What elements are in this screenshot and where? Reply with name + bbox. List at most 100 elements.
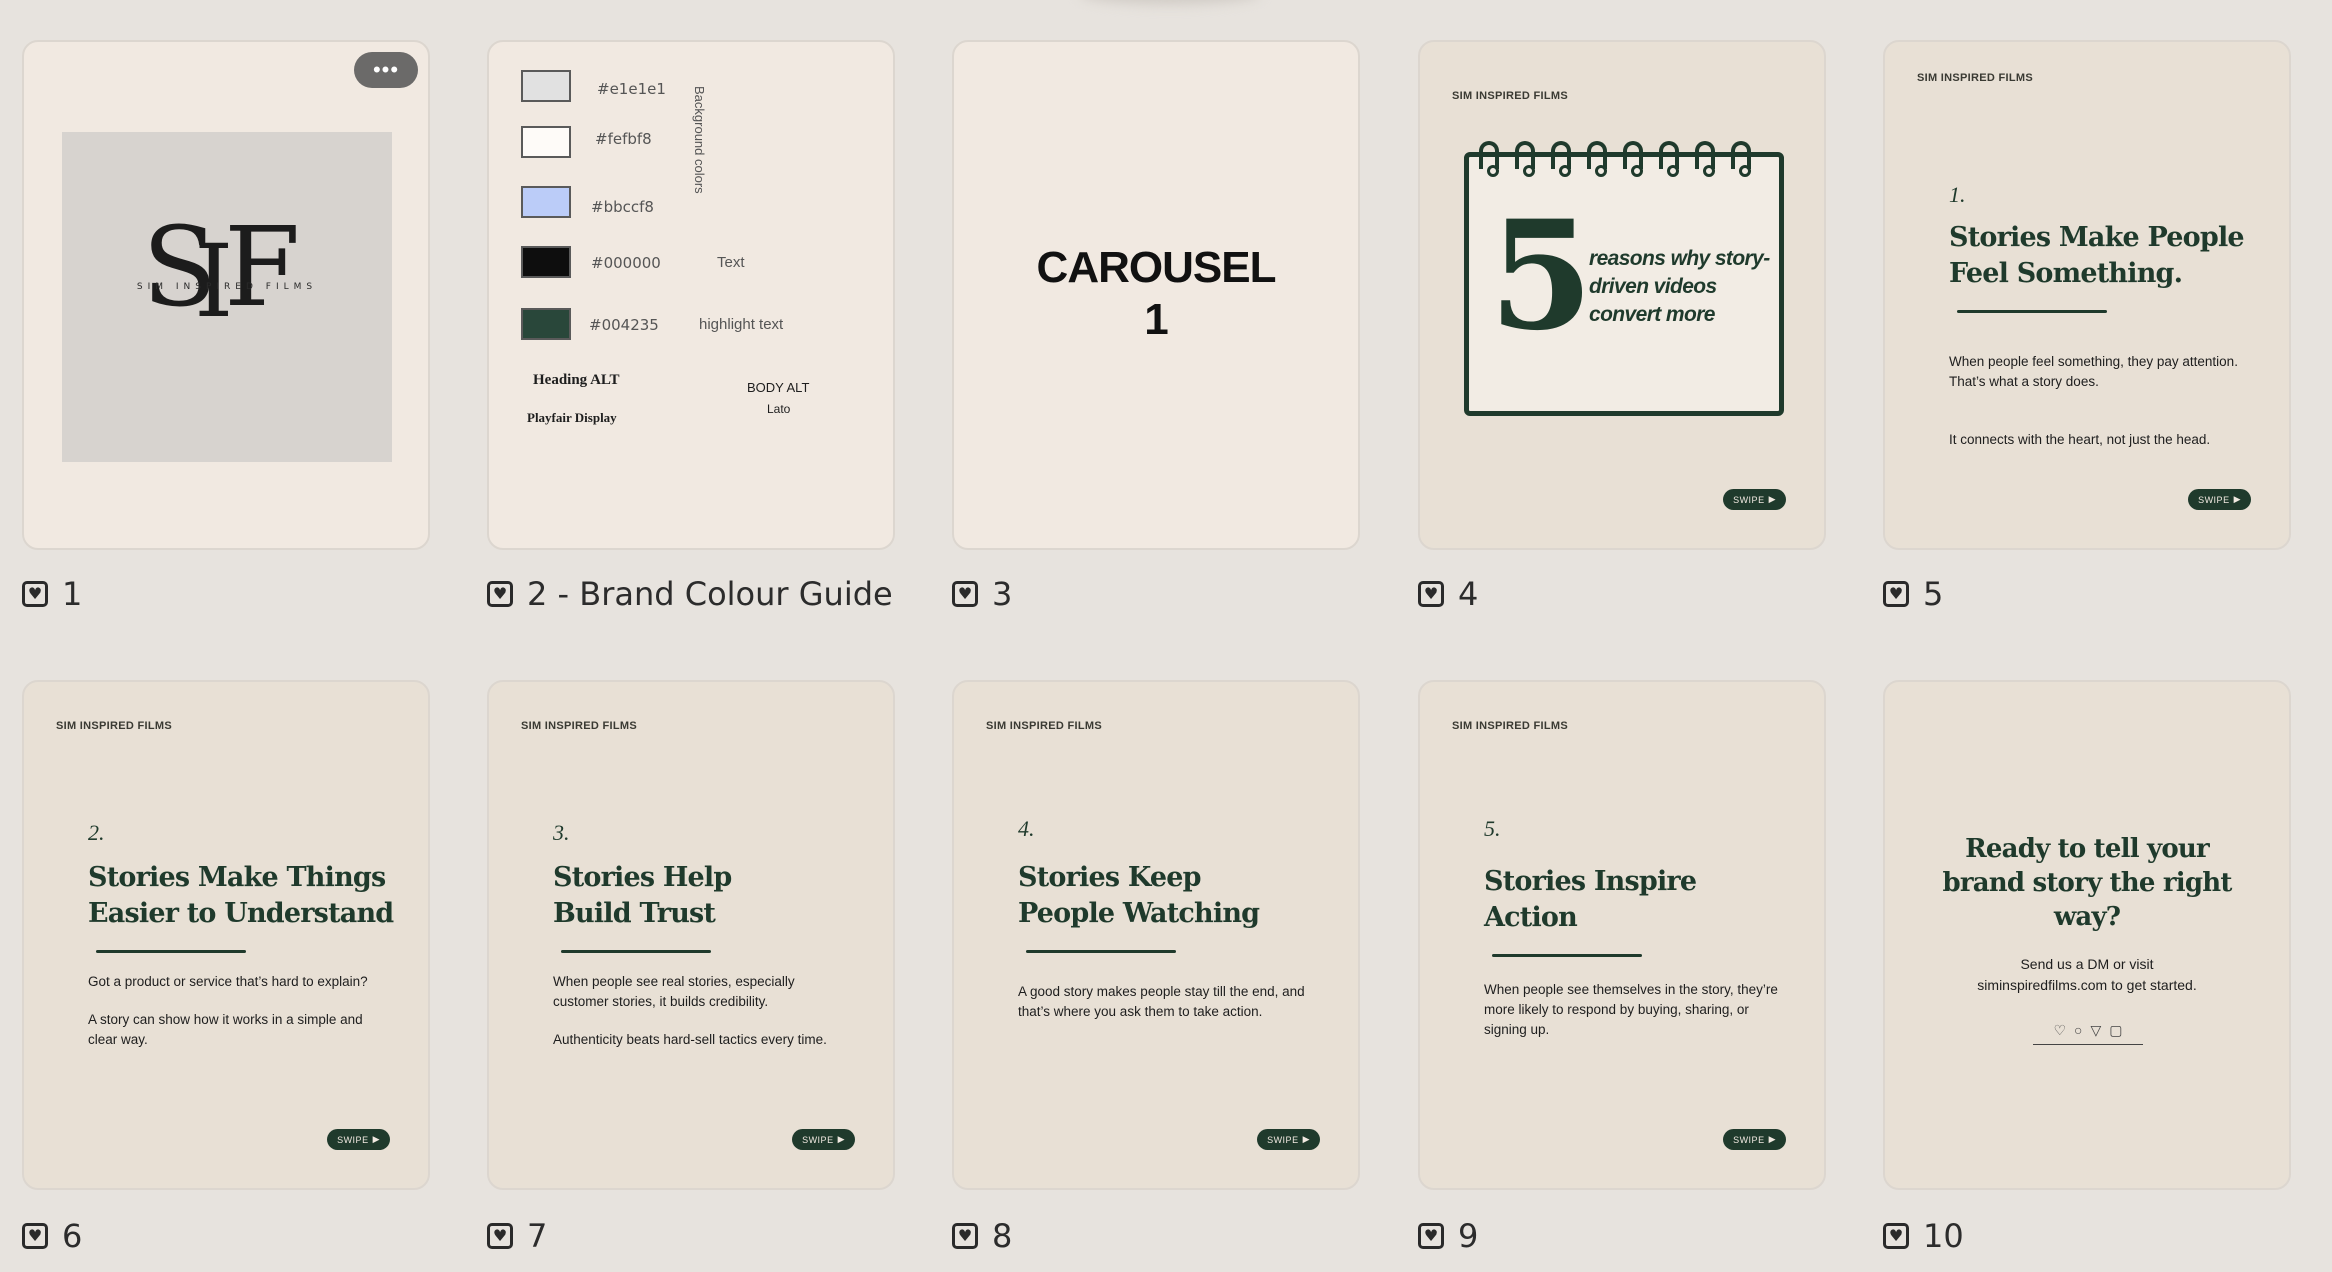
paragraph: When people see real stories, especially… <box>553 974 795 1009</box>
page-thumbnail-8[interactable]: SIM INSPIRED FILMS 4. Stories Keep Peopl… <box>952 680 1360 1190</box>
background-colors-label: Background colors <box>692 86 707 194</box>
caption-text: 6 <box>62 1217 83 1255</box>
swatch-4 <box>521 246 571 278</box>
swipe-button: SWIPE ▶ <box>327 1129 390 1150</box>
page-caption-3[interactable]: ♥ 3 <box>952 574 1012 614</box>
more-icon: ••• <box>372 57 400 82</box>
page-caption-1[interactable]: ♥ 1 <box>22 574 82 614</box>
swipe-button: SWIPE ▶ <box>1723 489 1786 510</box>
slide-title: Stories Make Things Easier to Understand <box>88 862 394 929</box>
swipe-label: SWIPE <box>1267 1134 1299 1145</box>
ring-icon <box>1479 141 1499 177</box>
swipe-button: SWIPE ▶ <box>1257 1129 1320 1150</box>
page-caption-5[interactable]: ♥ 5 <box>1883 574 1943 614</box>
body-font-label: BODY ALT <box>747 380 810 395</box>
swatch-role-4: Text <box>717 254 745 271</box>
arrow-right-icon: ▶ <box>1302 1134 1310 1144</box>
paragraph: Authenticity beats hard-sell tactics eve… <box>553 1032 827 1047</box>
scroll-indicator <box>1080 0 1260 4</box>
page-caption-8[interactable]: ♥ 8 <box>952 1216 1012 1256</box>
caption-text: 10 <box>1923 1217 1964 1255</box>
arrow-right-icon: ▶ <box>372 1134 380 1144</box>
heart-icon: ♥ <box>22 1223 48 1249</box>
swipe-button: SWIPE ▶ <box>792 1129 855 1150</box>
paragraph: A story can show how it works in a simpl… <box>88 1012 363 1047</box>
page-caption-10[interactable]: ♥ 10 <box>1883 1216 1964 1256</box>
ring-icon <box>1659 141 1679 177</box>
slide-body: When people see real stories, especially… <box>553 972 853 1068</box>
slide-number: 3. <box>553 820 570 845</box>
caption-text: 3 <box>992 575 1013 613</box>
arrow-right-icon: ▶ <box>1768 494 1776 504</box>
paragraph: A good story makes people stay till the … <box>1018 984 1305 1019</box>
swatch-role-5: highlight text <box>699 316 784 333</box>
divider <box>561 950 711 953</box>
divider <box>96 950 246 953</box>
page-caption-4[interactable]: ♥ 4 <box>1418 574 1478 614</box>
page-thumbnail-7[interactable]: SIM INSPIRED FILMS 3. Stories Help Build… <box>487 680 895 1190</box>
heart-icon: ♥ <box>1418 1223 1444 1249</box>
page-thumbnail-1[interactable]: ••• S I F SIM INSPIRED FILMS <box>22 40 430 550</box>
carousel-line-2: 1 <box>1144 295 1168 344</box>
comment-icon: ○ <box>2074 1022 2083 1038</box>
divider <box>1957 310 2107 313</box>
page-thumbnail-6[interactable]: SIM INSPIRED FILMS 2. Stories Make Thing… <box>22 680 430 1190</box>
page-thumbnail-3[interactable]: CAROUSEL 1 <box>952 40 1360 550</box>
swatch-5 <box>521 308 571 340</box>
slide-number: 2. <box>88 820 105 845</box>
swipe-button: SWIPE ▶ <box>2188 489 2251 510</box>
slide-title: Stories Help Build Trust <box>553 862 732 929</box>
more-options-button[interactable]: ••• <box>354 52 418 88</box>
heart-icon: ♥ <box>1883 581 1909 607</box>
page-caption-7[interactable]: ♥ 7 <box>487 1216 547 1256</box>
bookmark-icon: ▢ <box>2109 1022 2123 1038</box>
logo-letter-f: F <box>224 203 301 331</box>
heading-font-name: Playfair Display <box>527 410 617 425</box>
swatch-hex-3: #bbccf8 <box>591 198 654 216</box>
cta-title: Ready to tell your brand story the right… <box>1942 834 2232 932</box>
brand-label: SIM INSPIRED FILMS <box>56 720 173 732</box>
brand-label: SIM INSPIRED FILMS <box>1452 90 1569 102</box>
brand-label: SIM INSPIRED FILMS <box>521 720 638 732</box>
slide-body: When people feel something, they pay att… <box>1949 332 2249 488</box>
ring-icon <box>1587 141 1607 177</box>
page-thumbnail-10[interactable]: Ready to tell your brand story the right… <box>1883 680 2291 1190</box>
page-thumbnail-5[interactable]: SIM INSPIRED FILMS 1. Stories Make Peopl… <box>1883 40 2291 550</box>
body-font-name: Lato <box>767 402 791 416</box>
divider <box>1492 954 1642 957</box>
swipe-label: SWIPE <box>337 1134 369 1145</box>
slide-body: Got a product or service that’s hard to … <box>88 972 388 1068</box>
page-caption-9[interactable]: ♥ 9 <box>1418 1216 1478 1256</box>
page-thumbnail-2[interactable]: #e1e1e1 #fefbf8 #bbccf8 #000000 Text #00… <box>487 40 895 550</box>
caption-text: 8 <box>992 1217 1013 1255</box>
arrow-right-icon: ▶ <box>837 1134 845 1144</box>
heart-icon: ♥ <box>1883 1223 1909 1249</box>
ring-icon <box>1731 141 1751 177</box>
heart-icon: ♥ <box>22 581 48 607</box>
caption-text: 4 <box>1458 575 1479 613</box>
swipe-label: SWIPE <box>1733 494 1765 505</box>
page-thumbnail-4[interactable]: SIM INSPIRED FILMS 5 reasons why story-d… <box>1418 40 1826 550</box>
brand-label: SIM INSPIRED FILMS <box>1452 720 1569 732</box>
brand-label: SIM INSPIRED FILMS <box>986 720 1103 732</box>
paragraph: It connects with the heart, not just the… <box>1949 432 2211 447</box>
swatch-1 <box>521 70 571 102</box>
arrow-right-icon: ▶ <box>2233 494 2241 504</box>
page-caption-2[interactable]: ♥ 2 - Brand Colour Guide <box>487 574 893 614</box>
heart-icon: ♥ <box>1418 581 1444 607</box>
page-thumbnail-9[interactable]: SIM INSPIRED FILMS 5. Stories Inspire Ac… <box>1418 680 1826 1190</box>
heading-font-label: Heading ALT <box>533 372 620 388</box>
slide-title: Stories Make People Feel Something. <box>1949 222 2245 289</box>
calendar-illustration: 5 reasons why story-driven videos conver… <box>1464 141 1784 416</box>
page-caption-6[interactable]: ♥ 6 <box>22 1216 82 1256</box>
brand-label: SIM INSPIRED FILMS <box>1917 72 2034 84</box>
ring-icon <box>1695 141 1715 177</box>
divider <box>1026 950 1176 953</box>
cta-body-line-2: siminspiredfilms.com to get started. <box>1977 977 2197 993</box>
caption-text: 1 <box>62 575 83 613</box>
swipe-label: SWIPE <box>2198 494 2230 505</box>
swatch-hex-2: #fefbf8 <box>595 130 652 148</box>
swatch-hex-1: #e1e1e1 <box>597 80 666 98</box>
swipe-button: SWIPE ▶ <box>1723 1129 1786 1150</box>
arrow-right-icon: ▶ <box>1768 1134 1776 1144</box>
